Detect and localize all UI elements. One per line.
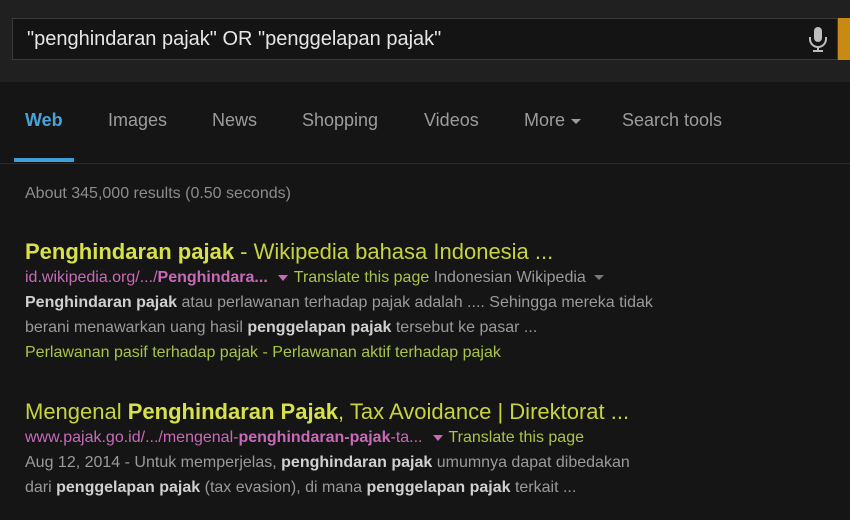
result-title-bold: Penghindaran pajak	[25, 239, 235, 264]
result-stats: About 345,000 results (0.50 seconds)	[25, 185, 291, 202]
result-snippet: dari penggelapan pajak (tax evasion), di…	[25, 475, 630, 500]
dropdown-arrow-icon[interactable]	[432, 434, 443, 441]
search-input[interactable]: "penghindaran pajak" OR "penggelapan paj…	[27, 19, 797, 59]
search-box[interactable]: "penghindaran pajak" OR "penggelapan paj…	[12, 18, 838, 60]
result-sitelinks[interactable]: Perlawanan pasif terhadap pajak - Perlaw…	[25, 340, 653, 365]
translate-link[interactable]: Translate this page	[449, 429, 584, 446]
tab-images[interactable]: Images	[108, 110, 167, 131]
result-title-bold: Penghindaran Pajak	[127, 399, 339, 424]
tab-more-label: More	[524, 110, 566, 130]
tab-news[interactable]: News	[212, 110, 257, 131]
snippet-text: atau perlawanan terhadap pajak adalah ..…	[177, 294, 653, 311]
result-snippet: Aug 12, 2014 - Untuk memperjelas, penghi…	[25, 450, 630, 475]
snippet-text: terkait ...	[510, 479, 577, 496]
chevron-down-icon	[571, 118, 582, 124]
result-url-line: www.pajak.go.id/.../mengenal-penghindara…	[25, 426, 630, 450]
top-bar: "penghindaran pajak" OR "penggelapan paj…	[0, 0, 850, 82]
tab-videos[interactable]: Videos	[424, 110, 479, 131]
language-dropdown-icon[interactable]	[593, 275, 604, 281]
result-url-bold: penghindaran-pajak	[238, 429, 391, 446]
result-title-rest: - Wikipedia bahasa Indonesia ...	[234, 239, 554, 264]
snippet-bold: penghindaran pajak	[281, 454, 433, 471]
snippet-text: tersebut ke pasar ...	[391, 319, 538, 336]
snippet-text: umumnya dapat dibedakan	[432, 454, 630, 471]
result-title-text: Mengenal	[25, 399, 128, 424]
snippet-bold: penggelapan pajak	[366, 479, 511, 496]
result-url-bold: Penghindara...	[157, 269, 268, 286]
translate-link[interactable]: Translate this page	[294, 269, 429, 286]
snippet-bold: penggelapan pajak	[247, 319, 392, 336]
dropdown-arrow-icon[interactable]	[277, 274, 288, 281]
result-snippet: berani menawarkan uang hasil penggelapan…	[25, 315, 653, 340]
snippet-text: berani menawarkan uang hasil	[25, 319, 248, 336]
active-tab-indicator	[14, 158, 74, 162]
result-title[interactable]: Penghindaran pajak - Wikipedia bahasa In…	[25, 238, 653, 266]
snippet-text: Aug 12, 2014 - Untuk memperjelas,	[25, 454, 282, 471]
result-title[interactable]: Mengenal Penghindaran Pajak, Tax Avoidan…	[25, 398, 630, 426]
tab-search-tools[interactable]: Search tools	[622, 110, 722, 131]
snippet-text: (tax evasion), di mana	[200, 479, 367, 496]
search-result: Mengenal Penghindaran Pajak, Tax Avoidan…	[25, 398, 630, 500]
result-snippet: Penghindaran pajak atau perlawanan terha…	[25, 290, 653, 315]
result-url: id.wikipedia.org/.../	[25, 269, 158, 286]
snippet-bold: Penghindaran pajak	[25, 294, 178, 311]
tab-web[interactable]: Web	[25, 110, 63, 131]
search-tabs: Web Images News Shopping Videos More Sea…	[0, 82, 850, 164]
search-result: Penghindaran pajak - Wikipedia bahasa In…	[25, 238, 653, 365]
result-url-line: id.wikipedia.org/.../Penghindara... Trans…	[25, 266, 653, 290]
tab-more[interactable]: More	[524, 110, 582, 131]
snippet-text: dari	[25, 479, 57, 496]
result-url: www.pajak.go.id/.../mengenal-	[25, 429, 239, 446]
tab-shopping[interactable]: Shopping	[302, 110, 378, 131]
microphone-icon[interactable]	[807, 25, 829, 53]
result-title-rest: , Tax Avoidance | Direktorat ...	[338, 399, 630, 424]
result-url-rest: -ta...	[390, 429, 423, 446]
snippet-bold: penggelapan pajak	[56, 479, 201, 496]
result-language: Indonesian Wikipedia	[433, 269, 586, 286]
search-button[interactable]	[838, 18, 850, 60]
